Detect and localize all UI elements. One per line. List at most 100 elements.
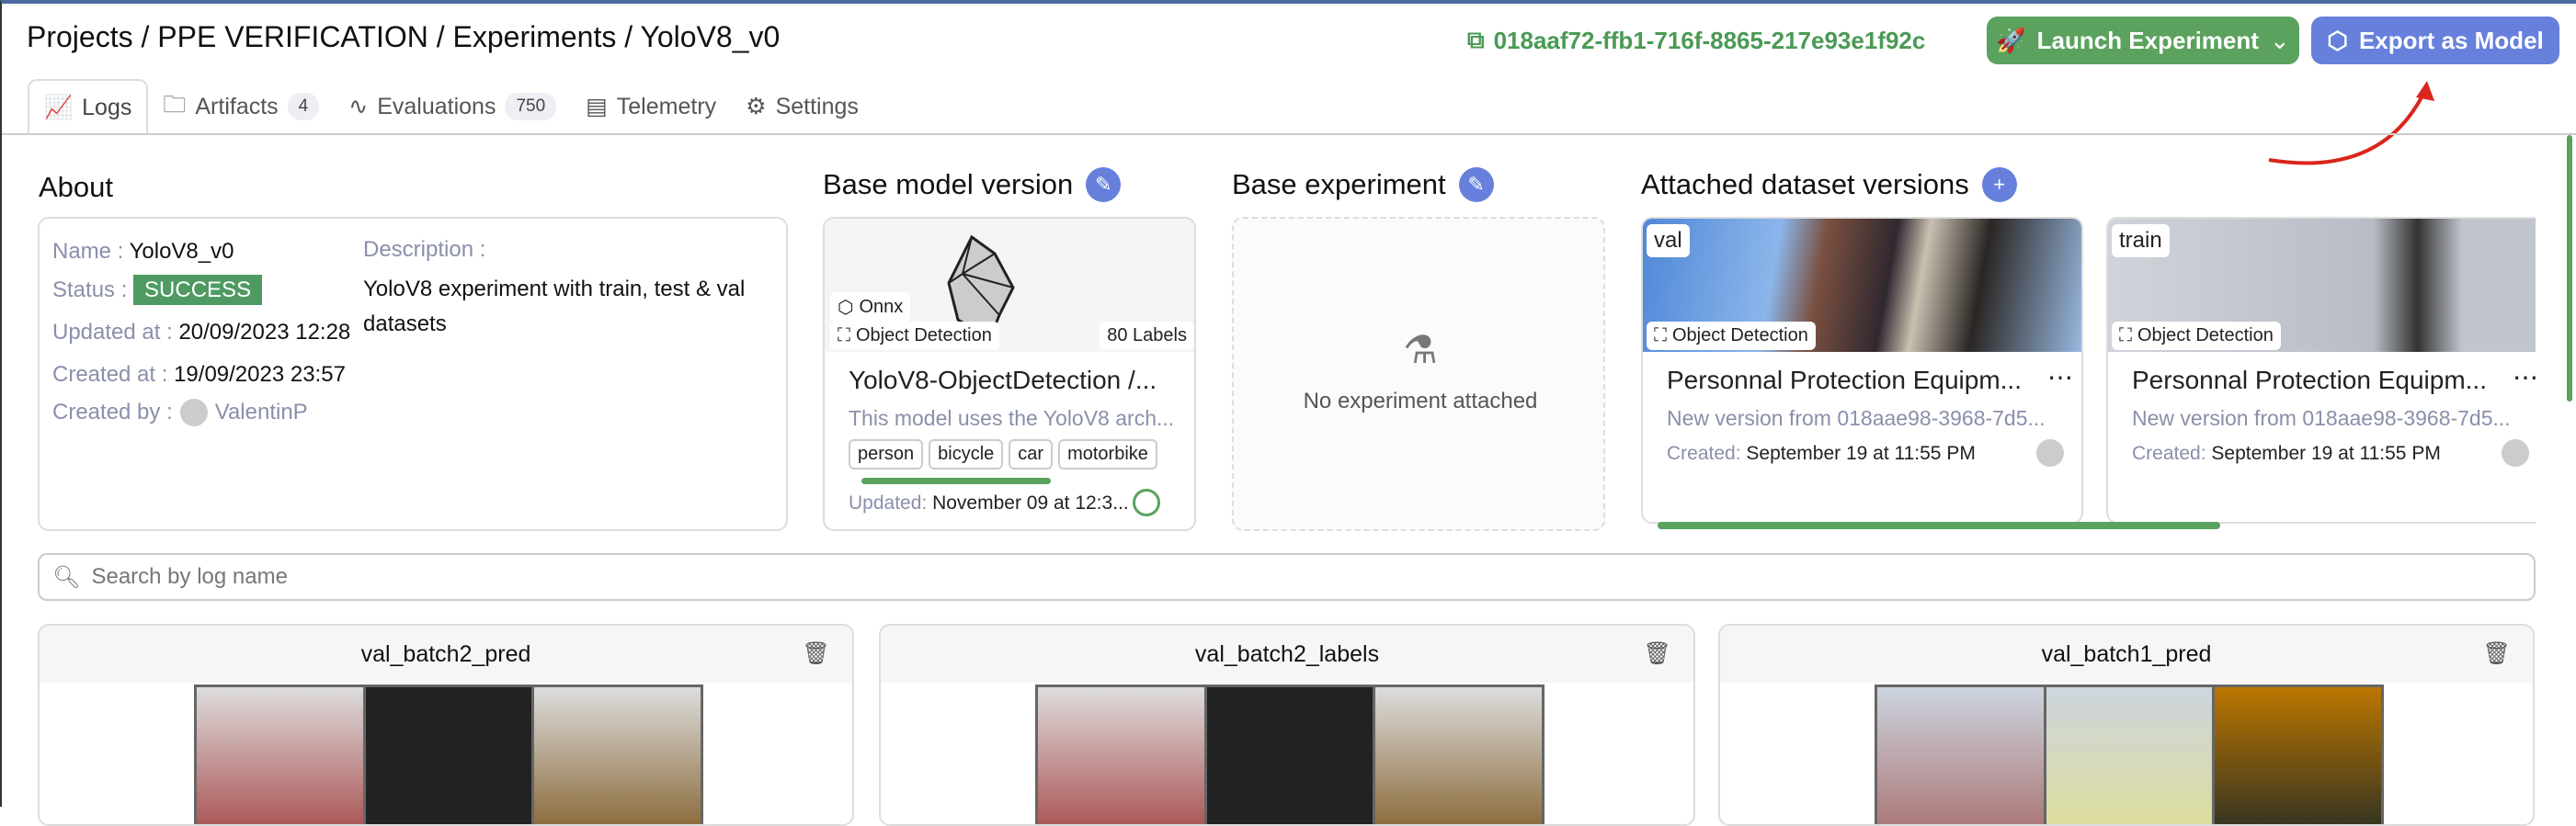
log-name: val_batch2_labels: [1194, 640, 1380, 667]
more-options-icon[interactable]: ⋯: [2513, 362, 2536, 392]
trash-icon[interactable]: 🗑: [2483, 640, 2511, 667]
model-description: This model uses the YoloV8 arch...: [849, 406, 1175, 430]
task-text: Object Detection: [2137, 325, 2274, 345]
log-card[interactable]: val_batch2_pred 🗑: [38, 624, 854, 826]
tag: car: [1009, 439, 1054, 470]
status-badge: SUCCESS: [133, 275, 263, 305]
heading-text: Attached dataset versions: [1641, 168, 1969, 200]
chart-line-icon: 📈: [44, 94, 74, 120]
tab-telemetry[interactable]: ▤ Telemetry: [571, 79, 731, 134]
task-chip: ⛶ Object Detection: [830, 322, 999, 350]
tab-divider: [2, 133, 2576, 135]
breadcrumb: Projects / PPE VERIFICATION / Experiment…: [27, 20, 781, 53]
count-badge: 4: [287, 93, 320, 120]
search-icon: 🔍︎: [52, 564, 81, 590]
log-header: val_batch1_pred 🗑: [1720, 626, 2533, 683]
base-model-heading: Base model version ✎: [823, 167, 1122, 202]
log-card[interactable]: val_batch2_labels 🗑: [879, 624, 1695, 826]
created-value: September 19 at 11:55 PM: [1746, 443, 1976, 464]
dataset-subtitle: New version from 018aae98-3968-7d5...: [2132, 406, 2511, 430]
copy-icon[interactable]: ⧉: [1467, 26, 1485, 55]
chevron-down-icon: ⌄: [2269, 26, 2290, 54]
tab-logs[interactable]: 📈 Logs: [28, 79, 149, 134]
model-thumbnail: ⬡ Onnx ⛶ Object Detection 80 Labels: [825, 219, 1194, 352]
label-tags: person bicycle car motorbike: [849, 439, 1189, 470]
experiment-id[interactable]: ⧉ 018aaf72-ffb1-716f-8865-217e93e1f92c: [1467, 26, 1925, 55]
labels-count: 80 Labels: [1100, 322, 1194, 350]
trash-icon[interactable]: 🗑: [803, 640, 830, 667]
tag: person: [849, 439, 924, 470]
bounding-box-icon: ⛶: [838, 325, 850, 345]
bounding-box-icon: ⛶: [2119, 325, 2132, 345]
more-options-icon[interactable]: ⋯: [2047, 362, 2073, 392]
launch-experiment-button[interactable]: 🚀 Launch Experiment ⌄: [1987, 17, 2299, 64]
base-model-card[interactable]: ⬡ Onnx ⛶ Object Detection 80 Labels YoloV8…: [823, 217, 1196, 531]
log-image: [1875, 685, 2384, 824]
edit-pencil-icon[interactable]: ✎: [1086, 167, 1122, 202]
avatar: [179, 399, 208, 426]
tab-label: Logs: [82, 94, 132, 120]
dataset-card-train[interactable]: train ⛶ Object Detection Personnal Protec…: [2106, 217, 2536, 524]
log-header: val_batch2_labels 🗑: [881, 626, 1693, 683]
experiment-id-text: 018aaf72-ffb1-716f-8865-217e93e1f92c: [1493, 26, 1926, 54]
tab-label: Telemetry: [616, 93, 717, 119]
count-badge: 750: [505, 93, 557, 120]
created-label: Created:: [1667, 443, 1741, 464]
search-placeholder: Search by log name: [91, 564, 288, 589]
avatar: [2036, 439, 2064, 467]
updated-label: Updated at :: [52, 320, 173, 345]
flask-icon: ⚗: [1403, 328, 1438, 371]
launch-label: Launch Experiment: [2036, 26, 2259, 54]
tab-evaluations[interactable]: ∿ Evaluations 750: [334, 79, 571, 134]
bounding-box-icon: ⛶: [1654, 325, 1667, 345]
carousel-scrollbar[interactable]: [1658, 522, 2220, 529]
split-badge: val: [1647, 224, 1690, 257]
tags-scrollbar[interactable]: [861, 478, 1051, 484]
name-value: YoloV8_v0: [129, 239, 234, 264]
tab-settings[interactable]: ⚙ Settings: [731, 79, 873, 134]
scroll-icon: ▤: [586, 94, 608, 119]
tab-label: Settings: [775, 93, 859, 119]
task-text: Object Detection: [1672, 325, 1808, 345]
updated-value: 20/09/2023 12:28: [178, 320, 351, 345]
base-experiment-heading: Base experiment ✎: [1232, 167, 1494, 202]
tab-artifacts[interactable]: 🗀 Artifacts 4: [148, 79, 334, 134]
split-badge: train: [2112, 224, 2170, 257]
onnx-icon: ⬡: [838, 298, 854, 318]
created-by-value[interactable]: ValentinP: [215, 400, 308, 425]
log-name: val_batch2_pred: [360, 640, 531, 667]
avatar: [2502, 439, 2529, 467]
status-label: Status :: [52, 277, 128, 302]
log-card[interactable]: val_batch1_pred 🗑: [1718, 624, 2535, 826]
page-scrollbar[interactable]: [2567, 135, 2572, 402]
description-label: Description :: [363, 237, 486, 262]
empty-text: No experiment attached: [1303, 389, 1538, 413]
annotation-arrow: [2268, 81, 2434, 165]
log-image: [1035, 685, 1544, 824]
pulse-icon: ∿: [348, 94, 369, 119]
about-heading: About: [39, 171, 114, 203]
tab-bar: 📈 Logs 🗀 Artifacts 4 ∿ Evaluations 750 ▤ Telem…: [28, 79, 873, 134]
add-dataset-icon[interactable]: +: [1981, 167, 2017, 202]
heading-text: Base experiment: [1232, 168, 1446, 200]
created-value: September 19 at 11:55 PM: [2211, 443, 2441, 464]
updated-label: Updated:: [849, 492, 928, 514]
name-label: Name :: [52, 239, 124, 264]
model-title: YoloV8-ObjectDetection /...: [849, 366, 1157, 394]
dataset-card-val[interactable]: val ⛶ Object Detection Personnal Protecti…: [1641, 217, 2083, 524]
rocket-icon: 🚀: [1996, 26, 2026, 54]
export-as-model-button[interactable]: ⬡ Export as Model: [2311, 17, 2559, 64]
created-label: Created:: [2132, 443, 2206, 464]
export-label: Export as Model: [2358, 26, 2544, 54]
framework-text: Onnx: [859, 297, 904, 317]
search-input[interactable]: 🔍︎ Search by log name: [38, 553, 2536, 601]
gear-icon: ⚙: [746, 94, 767, 119]
edit-pencil-icon[interactable]: ✎: [1458, 167, 1494, 202]
tag: bicycle: [929, 439, 1004, 470]
tag: motorbike: [1058, 439, 1157, 470]
task-chip: ⛶ Object Detection: [2112, 322, 2281, 350]
about-card: Name : YoloV8_v0 Status : SUCCESS Update…: [38, 217, 788, 531]
created-label: Created at :: [52, 362, 168, 387]
trash-icon[interactable]: 🗑: [1644, 640, 1671, 667]
created-value: 19/09/2023 23:57: [174, 362, 346, 387]
